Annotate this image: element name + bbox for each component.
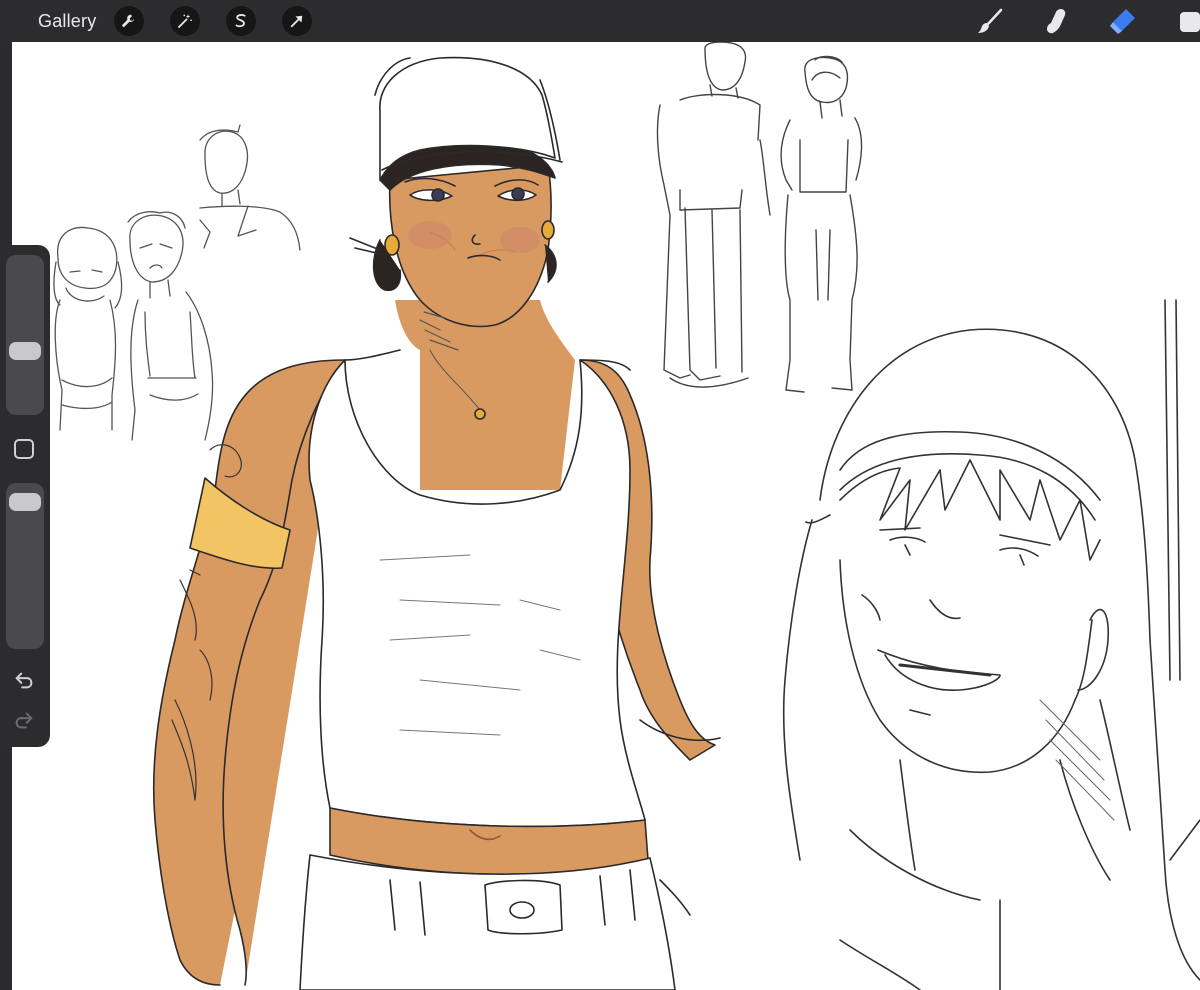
opacity-slider[interactable] [6,483,44,649]
eraser-icon [1110,9,1135,34]
procreate-app: Gallery [0,0,1200,990]
sketch-artwork [53,42,1200,990]
adjustments-button[interactable] [170,6,200,36]
brush-size-slider[interactable] [6,255,44,415]
brush-tool-button[interactable] [973,4,1007,38]
top-toolbar: Gallery [0,0,1200,42]
drawing-canvas[interactable] [12,42,1200,990]
selection-s-icon [235,14,246,28]
opacity-slider-thumb[interactable] [9,493,41,512]
smudge-finger-icon [1047,9,1066,34]
sketch-figure-woman-back [780,55,863,393]
undo-button[interactable] [12,669,36,691]
sketch-figure-angry-girl [127,211,214,441]
undo-arrow-icon [15,672,33,689]
redo-arrow-icon [15,712,33,729]
selection-button[interactable] [226,6,256,36]
actions-button[interactable] [114,6,144,36]
sketch-figure-man-back [656,42,771,388]
eraser-tool-button[interactable] [1106,4,1140,38]
sketch-figure-girl-covering-mouth [53,226,123,431]
sketch-figure-standing-man [199,124,301,251]
magic-wand-icon [178,14,192,28]
transform-button[interactable] [282,6,312,36]
layers-icon [1180,12,1200,32]
redo-button[interactable] [12,709,36,731]
layers-button[interactable] [1170,4,1200,38]
arrow-cursor-icon [290,15,303,28]
sidebar [0,245,50,747]
wrench-icon [122,14,135,27]
sketch-figure-hooded-man [782,299,1200,990]
brush-size-slider-thumb[interactable] [9,342,41,361]
brush-icon [978,8,1003,33]
gallery-button[interactable]: Gallery [38,10,96,32]
modify-button[interactable] [14,439,34,459]
smudge-tool-button[interactable] [1039,4,1073,38]
